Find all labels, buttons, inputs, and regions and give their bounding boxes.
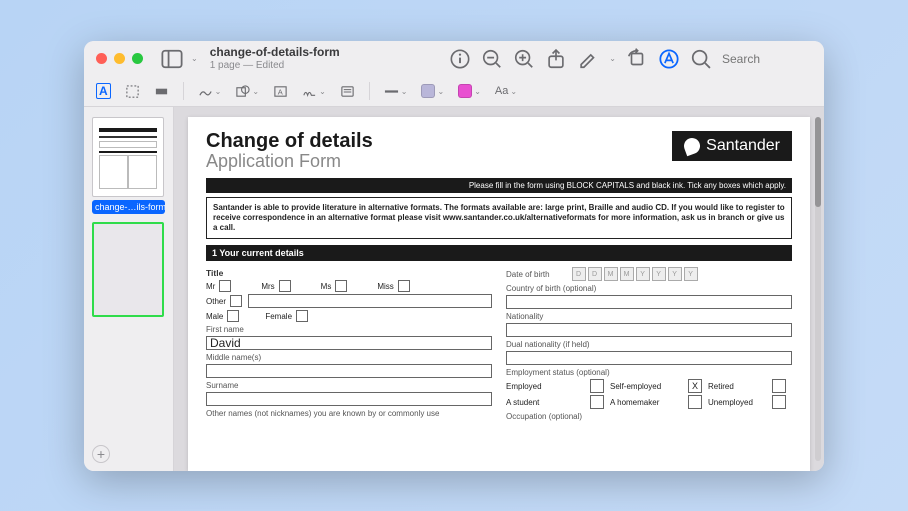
highlight-button[interactable]: [577, 48, 599, 70]
page-thumbnail-1[interactable]: change-…ils-form: [92, 117, 165, 214]
dual-nationality-field[interactable]: [506, 351, 792, 365]
surname-field[interactable]: [206, 392, 492, 406]
document-subtitle: 1 page — Edited: [210, 60, 340, 71]
instruction-bar: Please fill in the form using BLOCK CAPI…: [206, 178, 792, 193]
emp-status-label: Employment status (optional): [506, 368, 792, 377]
app-window: ⌄ change-of-details-form 1 page — Edited…: [84, 41, 824, 471]
sketch-tool[interactable]: ⌄: [198, 84, 222, 99]
stroke-color-tool[interactable]: ⌄: [421, 84, 444, 98]
separator: [369, 82, 370, 100]
thumbnail-sidebar: change-…ils-form +: [84, 107, 174, 471]
employed-checkbox[interactable]: [590, 379, 604, 393]
middle-name-field[interactable]: [206, 364, 492, 378]
text-box-tool[interactable]: A: [273, 84, 288, 99]
selection-tool[interactable]: [125, 84, 140, 99]
shapes-tool[interactable]: ⌄: [235, 84, 259, 99]
document-title: change-of-details-form: [210, 46, 340, 59]
redact-tool[interactable]: [154, 84, 169, 99]
sidebar-toggle-button[interactable]: [161, 48, 183, 70]
font-label: Aa: [495, 85, 508, 97]
document-title-block: change-of-details-form 1 page — Edited: [210, 46, 340, 70]
document-canvas[interactable]: Change of details Application Form Santa…: [174, 107, 824, 471]
page-thumbnail-2-active[interactable]: [92, 222, 164, 317]
note-tool[interactable]: [340, 84, 355, 99]
doc-heading-1: Change of details: [206, 131, 373, 152]
chevron-down-icon[interactable]: ⌄: [191, 54, 198, 63]
nationality-field[interactable]: [506, 323, 792, 337]
zoom-in-button[interactable]: [513, 48, 535, 70]
zoom-window-button[interactable]: [132, 53, 143, 64]
window-body: change-…ils-form + Change of details App…: [84, 107, 824, 471]
separator: [183, 82, 184, 100]
section-1-title: 1 Your current details: [206, 245, 792, 261]
unemployed-checkbox[interactable]: [772, 395, 786, 409]
ms-checkbox[interactable]: [335, 280, 347, 292]
first-name-field[interactable]: David: [206, 336, 492, 350]
thumbnail-label: change-…ils-form: [92, 200, 165, 214]
right-column: Date of birth D D M M Y Y Y Y: [506, 265, 792, 423]
titlebar-tools: ⌄: [449, 48, 812, 70]
left-column: Title Mr Mrs Ms Miss Other: [206, 265, 492, 423]
sign-tool[interactable]: ⌄: [302, 84, 326, 99]
fill-color-tool[interactable]: ⌄: [458, 84, 481, 98]
surname-label: Surname: [206, 381, 492, 390]
female-checkbox[interactable]: [296, 310, 308, 322]
doc-heading-2: Application Form: [206, 152, 373, 171]
cob-label: Country of birth (optional): [506, 284, 792, 293]
titlebar: ⌄ change-of-details-form 1 page — Edited…: [84, 41, 824, 77]
brand-logo: Santander: [672, 131, 792, 161]
search-icon[interactable]: [690, 48, 712, 70]
search-input[interactable]: [722, 52, 812, 66]
info-button[interactable]: [449, 48, 471, 70]
scrollbar-thumb[interactable]: [815, 117, 821, 207]
rotate-button[interactable]: [626, 48, 648, 70]
dob-label: Date of birth: [506, 270, 550, 279]
other-title-field[interactable]: [248, 294, 492, 308]
flame-icon: [682, 135, 703, 156]
traffic-lights: [96, 53, 143, 64]
alt-formats-notice: Santander is able to provide literature …: [206, 197, 792, 239]
first-name-label: First name: [206, 325, 492, 334]
other-names-label: Other names (not nicknames) you are know…: [206, 409, 492, 418]
text-tool[interactable]: A: [96, 83, 111, 99]
nationality-label: Nationality: [506, 312, 792, 321]
middle-name-label: Middle name(s): [206, 353, 492, 362]
self-employed-checkbox[interactable]: X: [688, 379, 702, 393]
font-tool[interactable]: Aa⌄: [495, 85, 517, 97]
student-checkbox[interactable]: [590, 395, 604, 409]
retired-checkbox[interactable]: [772, 379, 786, 393]
occupation-label: Occupation (optional): [506, 412, 792, 421]
dob-cells[interactable]: D D M M Y Y Y Y: [572, 267, 698, 281]
close-window-button[interactable]: [96, 53, 107, 64]
minimize-window-button[interactable]: [114, 53, 125, 64]
mrs-checkbox[interactable]: [279, 280, 291, 292]
title-label: Title: [206, 268, 492, 278]
homemaker-checkbox[interactable]: [688, 395, 702, 409]
svg-text:A: A: [278, 87, 283, 96]
male-checkbox[interactable]: [227, 310, 239, 322]
other-title-checkbox[interactable]: [230, 295, 242, 307]
stroke-tool[interactable]: ⌄: [384, 84, 408, 99]
brand-name: Santander: [706, 137, 780, 155]
chevron-down-icon[interactable]: ⌄: [609, 54, 616, 63]
vertical-scrollbar[interactable]: [815, 117, 821, 461]
add-page-button[interactable]: +: [92, 445, 110, 463]
zoom-out-button[interactable]: [481, 48, 503, 70]
miss-checkbox[interactable]: [398, 280, 410, 292]
markup-button[interactable]: [658, 48, 680, 70]
markup-toolbar: A ⌄ ⌄ A ⌄ ⌄ ⌄ ⌄ Aa⌄: [84, 77, 824, 107]
cob-field[interactable]: [506, 295, 792, 309]
share-button[interactable]: [545, 48, 567, 70]
mr-checkbox[interactable]: [219, 280, 231, 292]
dual-nationality-label: Dual nationality (if held): [506, 340, 792, 349]
pdf-page: Change of details Application Form Santa…: [188, 117, 810, 471]
